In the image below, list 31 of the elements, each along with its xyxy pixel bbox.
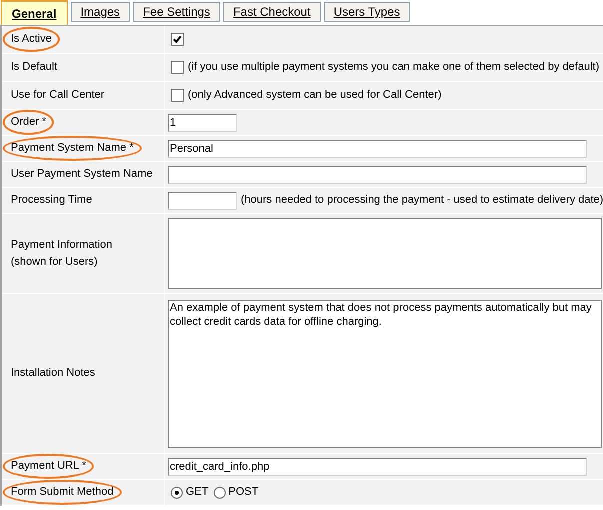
checkbox[interactable]: [171, 89, 184, 102]
field-label: User Payment System Name: [10, 167, 154, 182]
text-field[interactable]: credit_card_info.php: [168, 458, 587, 476]
text-field[interactable]: [168, 166, 587, 184]
hint-text: (hours needed to processing the payment - used to estimate delivery date): [241, 193, 603, 208]
radio-label: POST: [228, 485, 259, 500]
checkbox[interactable]: [171, 33, 184, 46]
field-label: Payment URL *: [3, 454, 94, 479]
text-field[interactable]: [168, 192, 237, 210]
radio-label: GET: [186, 485, 209, 500]
text-field[interactable]: 1: [168, 114, 237, 132]
field-label: Form Submit Method: [3, 480, 122, 505]
hint-text: (if you use multiple payment systems you can make one of them selected by default): [188, 60, 600, 76]
field-label: Processing Time: [10, 193, 94, 208]
radio-button[interactable]: [214, 486, 226, 498]
tab[interactable]: Fast Checkout: [223, 2, 321, 22]
field-label: Installation Notes: [10, 366, 96, 382]
radio-button[interactable]: [171, 486, 183, 498]
hint-text: (only Advanced system can be used for Call Center): [188, 88, 442, 104]
tab[interactable]: Users Types: [324, 2, 410, 22]
checkbox[interactable]: [171, 61, 184, 74]
text-field[interactable]: Personal: [168, 140, 587, 158]
field-label: Is Default: [10, 60, 58, 76]
field-label: Payment Information (shown for Users): [10, 238, 114, 270]
tab[interactable]: Images: [70, 2, 130, 22]
text-area[interactable]: An example of payment system that does not process payments automatically but may collect credit cards data for offline charging.: [168, 300, 602, 448]
tab[interactable]: Fee Settings: [133, 2, 220, 22]
field-label: Is Active: [3, 27, 60, 52]
field-label: Use for Call Center: [10, 88, 106, 104]
tab[interactable]: General: [1, 0, 68, 25]
text-area[interactable]: [168, 218, 602, 289]
